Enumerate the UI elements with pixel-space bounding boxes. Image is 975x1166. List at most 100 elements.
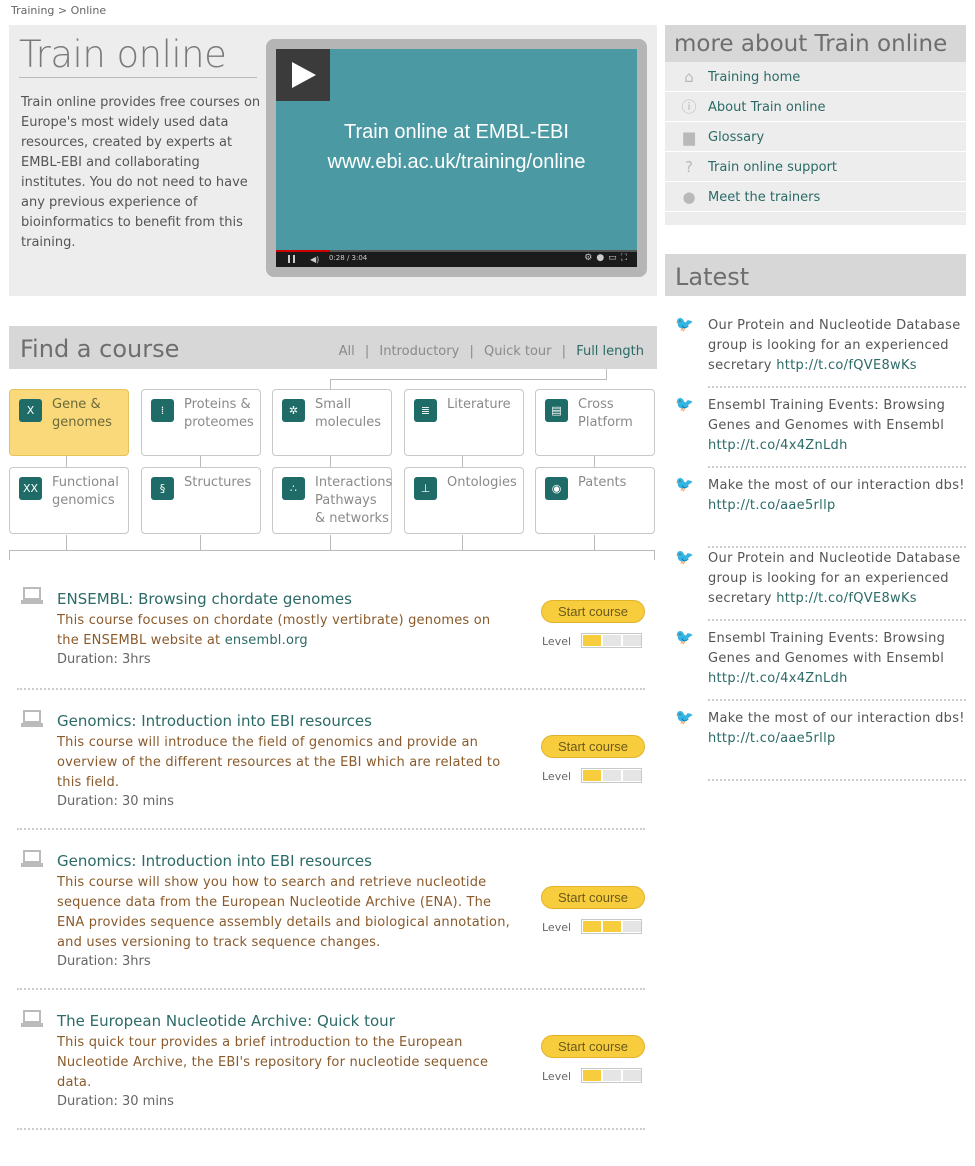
more-item-label[interactable]: Meet the trainers (708, 190, 820, 205)
tweet-link[interactable]: http://t.co/aae5rllp (708, 498, 836, 513)
more-item-label[interactable]: Glossary (708, 130, 764, 145)
video-time: 0:28 / 3:04 (329, 254, 368, 262)
laptop-icon (21, 850, 43, 868)
speech-icon: ● (682, 188, 696, 206)
more-item-training-home[interactable]: ⌂ Training home (665, 62, 966, 92)
divider (708, 466, 966, 468)
category-ontologies[interactable]: ⊥ Ontologies (404, 467, 524, 534)
category-functional-genomics[interactable]: XX Functional genomics (9, 467, 129, 534)
category-structures[interactable]: § Structures (141, 467, 261, 534)
video-settings-icons[interactable]: ⚙●▭⛶ (584, 253, 631, 263)
level-segment (603, 921, 621, 932)
title-divider (19, 77, 257, 78)
connector-line (9, 550, 655, 551)
course-title[interactable]: Genomics: Introduction into EBI resource… (57, 852, 372, 870)
tweet-item: 🐦 Our Protein and Nucleotide Database gr… (675, 548, 966, 629)
chromosome-icon: XX (19, 477, 42, 500)
start-course-button[interactable]: Start course (541, 600, 645, 623)
hero-panel: Train online Train online provides free … (9, 25, 657, 296)
filter-all[interactable]: All (339, 344, 355, 359)
molecule-icon: ✲ (282, 399, 305, 422)
connector-line (654, 550, 655, 560)
more-item-trainers[interactable]: ● Meet the trainers (665, 182, 966, 212)
category-cross-platform[interactable]: ▤ Cross Platform (535, 389, 655, 456)
start-course-button[interactable]: Start course (541, 886, 645, 909)
level-segment (623, 635, 641, 646)
level-label: Level (542, 921, 572, 934)
level-meter (581, 919, 642, 934)
course-item: Genomics: Introduction into EBI resource… (17, 690, 645, 830)
category-label: Proteins & proteomes (184, 397, 254, 430)
category-small-molecules[interactable]: ✲ Small molecules (272, 389, 392, 456)
more-item-label[interactable]: Train online support (708, 160, 837, 175)
volume-icon[interactable]: ◀) (310, 255, 319, 264)
connector-line (462, 535, 463, 550)
course-description: This course focuses on chordate (mostly … (57, 611, 512, 651)
connector-line (606, 369, 607, 379)
connector-line (330, 456, 331, 467)
tweet-list: 🐦 Our Protein and Nucleotide Database gr… (675, 315, 966, 796)
twitter-bird-icon: 🐦 (675, 475, 694, 493)
connector-line (66, 456, 67, 467)
patent-icon: ◉ (545, 477, 568, 500)
course-duration: Duration: 30 mins (57, 794, 174, 809)
course-title[interactable]: ENSEMBL: Browsing chordate genomes (57, 590, 352, 608)
more-item-about[interactable]: ⓘ About Train online (665, 92, 966, 122)
level-segment (583, 1070, 601, 1081)
connector-line (594, 456, 595, 467)
tweet-link[interactable]: http://t.co/fQVE8wKs (776, 591, 917, 606)
course-duration: Duration: 30 mins (57, 1094, 174, 1109)
breadcrumb-training-link[interactable]: Training (11, 4, 54, 17)
tweet-text: Ensembl Training Events: Browsing Genes … (708, 398, 946, 433)
filter-quick-tour[interactable]: Quick tour (484, 344, 552, 359)
category-proteins[interactable]: ⁞ Proteins & proteomes (141, 389, 261, 456)
course-list: ENSEMBL: Browsing chordate genomes This … (17, 587, 645, 1130)
category-label: Cross Platform (578, 397, 633, 430)
more-item-glossary[interactable]: ▆ Glossary (665, 122, 966, 152)
level-meter (581, 1068, 642, 1083)
connector-line (66, 535, 67, 550)
start-course-button[interactable]: Start course (541, 1035, 645, 1058)
start-course-button[interactable]: Start course (541, 735, 645, 758)
divider (708, 386, 966, 388)
tweet-link[interactable]: http://t.co/4x4ZnLdh (708, 438, 848, 453)
filter-introductory[interactable]: Introductory (379, 344, 459, 359)
category-gene-genomes[interactable]: X Gene & genomes (9, 389, 129, 456)
tweet-text: Ensembl Training Events: Browsing Genes … (708, 631, 946, 666)
category-label: Patents (578, 475, 627, 490)
level-segment (623, 1070, 641, 1081)
course-description: This course will introduce the field of … (57, 735, 501, 790)
breadcrumb: Training > Online (11, 4, 106, 17)
pause-icon[interactable] (288, 255, 295, 263)
video-player[interactable]: Train online at EMBL-EBI www.ebi.ac.uk/t… (276, 49, 637, 267)
book-icon: ▆ (683, 128, 695, 146)
twitter-bird-icon: 🐦 (675, 708, 694, 726)
category-interactions[interactable]: ∴ Interactions Pathways & networks (272, 467, 392, 534)
hierarchy-icon: ⊥ (414, 477, 437, 500)
connector-line (462, 456, 463, 467)
tweet-link[interactable]: http://t.co/fQVE8wKs (776, 358, 917, 373)
video-progress-track[interactable] (276, 250, 637, 252)
twitter-bird-icon: 🐦 (675, 315, 694, 333)
play-icon[interactable] (276, 49, 330, 101)
category-label: Ontologies (447, 475, 517, 490)
more-item-label[interactable]: Training home (708, 70, 800, 85)
filter-separator: | (561, 344, 567, 359)
category-patents[interactable]: ◉ Patents (535, 467, 655, 534)
filter-full-length[interactable]: Full length (576, 344, 644, 359)
filter-separator: | (469, 344, 474, 359)
video-progress-fill (276, 250, 331, 252)
category-literature[interactable]: ≣ Literature (404, 389, 524, 456)
tweet-text: Make the most of our interaction dbs! (708, 478, 965, 493)
tweet-text: Make the most of our interaction dbs! (708, 711, 965, 726)
course-title[interactable]: The European Nucleotide Archive: Quick t… (57, 1012, 395, 1030)
course-title[interactable]: Genomics: Introduction into EBI resource… (57, 712, 372, 730)
level-segment (603, 770, 621, 781)
more-item-label[interactable]: About Train online (708, 100, 826, 115)
tweet-link[interactable]: http://t.co/4x4ZnLdh (708, 671, 848, 686)
course-link[interactable]: ensembl.org (225, 633, 308, 648)
more-item-support[interactable]: ? Train online support (665, 152, 966, 182)
tweet-link[interactable]: http://t.co/aae5rllp (708, 731, 836, 746)
course-duration: Duration: 3hrs (57, 652, 151, 667)
level-label: Level (542, 1070, 572, 1083)
